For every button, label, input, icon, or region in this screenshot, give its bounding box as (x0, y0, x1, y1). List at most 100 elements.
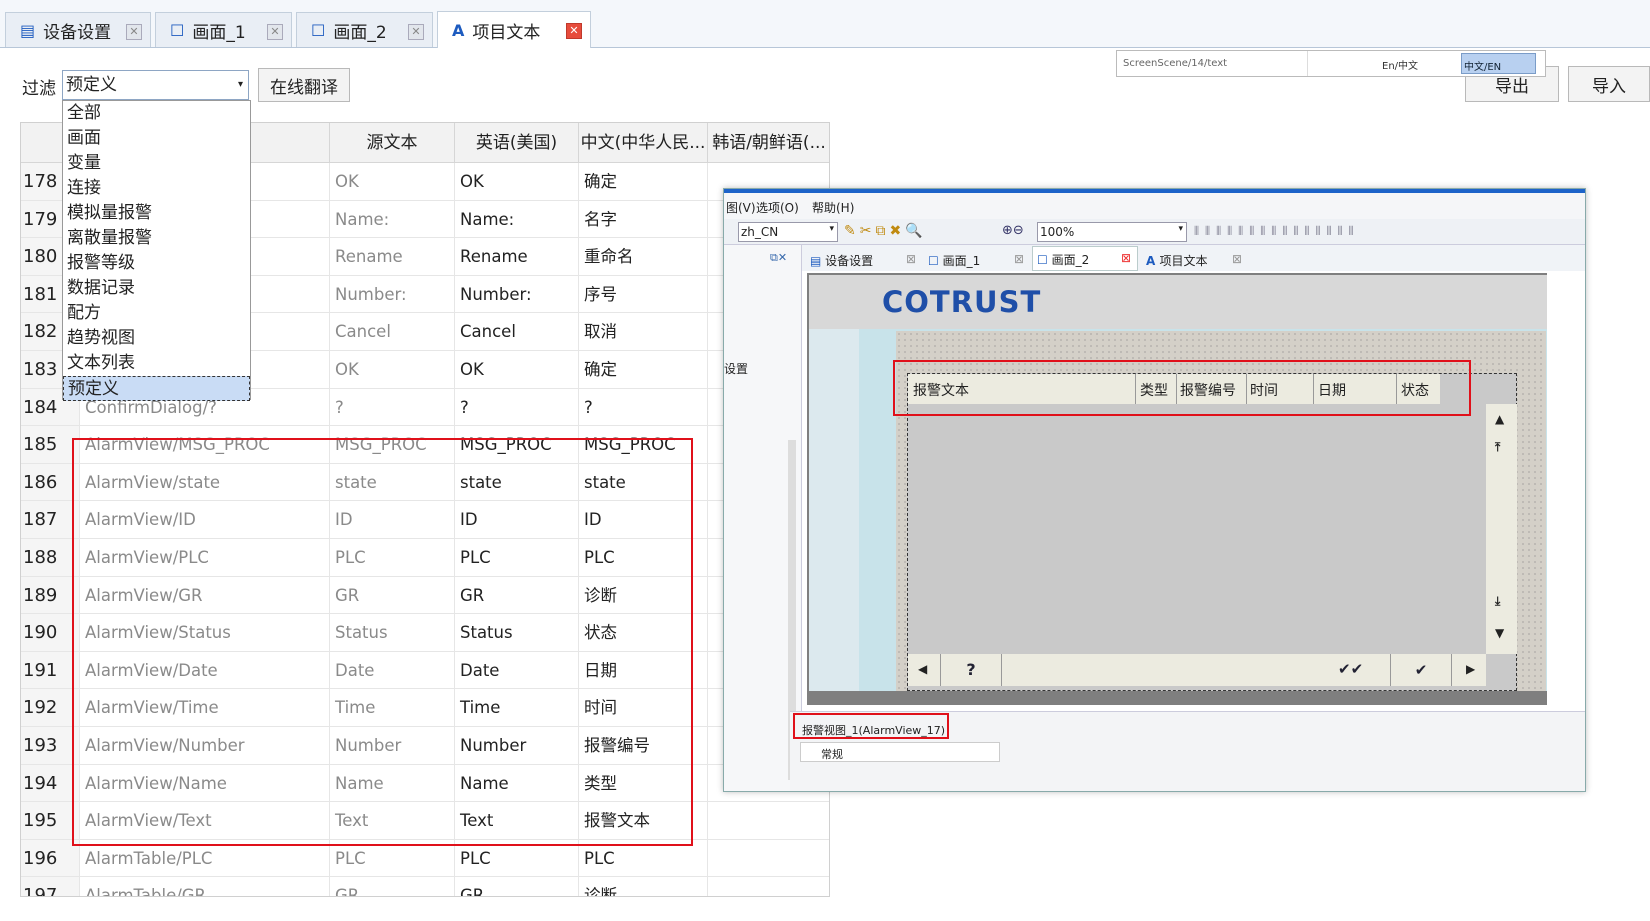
highlight-box (793, 713, 949, 739)
cell-src[interactable]: Cancel (330, 313, 455, 350)
cell-en[interactable]: OK (455, 163, 579, 200)
cell-zh[interactable]: ? (579, 388, 708, 426)
zoom-value: 100% (1040, 225, 1075, 239)
cell-ko[interactable] (708, 877, 829, 896)
cell-en[interactable]: ? (455, 388, 579, 426)
close-icon[interactable]: ✕ (408, 24, 424, 40)
cell-src[interactable]: Rename (330, 238, 455, 275)
close-icon[interactable]: ⊠ (1121, 251, 1131, 265)
close-icon[interactable]: ✕ (126, 24, 142, 40)
acknowledge-icon[interactable]: ✔ (1390, 654, 1452, 686)
cell-en[interactable]: GR (455, 877, 579, 896)
cell-zh[interactable]: 诊断 (579, 877, 708, 896)
divider (1307, 51, 1308, 76)
menu-options[interactable]: 选项(O) (756, 199, 799, 216)
acknowledge-all-icon[interactable]: ✔✔ (1338, 660, 1363, 678)
cell-en[interactable]: Rename (455, 238, 579, 275)
tab-screen-2[interactable]: ☐ 画面_2 ⊠ (1032, 246, 1138, 271)
tab-screen-1[interactable]: ☐ 画面_1 ⊠ (924, 248, 1030, 271)
cell-ko[interactable] (708, 840, 829, 877)
align-tools-icon[interactable]: ⫴⫴⫴⫴⫴⫴⫴⫴⫴⫴⫴⫴⫴⫴⫴ (1194, 224, 1360, 239)
filter-dropdown[interactable]: 全部 画面 变量 连接 模拟量报警 离散量报警 报警等级 数据记录 配方 趋势视… (62, 100, 251, 401)
edit-tools-icon[interactable]: ✎✂⧉✖🔍 (844, 223, 927, 239)
dropdown-option-selected[interactable]: 预定义 (63, 376, 250, 401)
tab-device-settings[interactable]: ▤ 设备设置 ⊠ (806, 248, 922, 271)
alarm-view-widget[interactable]: 报警文本 类型 报警编号 时间 日期 状态 ▲ ⤒ ⤓ ▼ ◀ ? ✔✔ ✔ ▶ (907, 373, 1517, 691)
cell-src[interactable]: ? (330, 388, 455, 426)
cell-src[interactable]: Name: (330, 200, 455, 238)
cell-zh[interactable]: 确定 (579, 351, 708, 388)
tab-device-settings[interactable]: ▤ 设备设置 ✕ (5, 12, 151, 47)
cell-zh[interactable]: 重命名 (579, 238, 708, 275)
cell-src[interactable]: OK (330, 351, 455, 388)
tab-label: 设备设置 (43, 22, 112, 43)
dropdown-option[interactable]: 连接 (63, 176, 250, 201)
column-header[interactable]: 中文(中华人民... (579, 123, 708, 163)
dropdown-option[interactable]: 文本列表 (63, 351, 250, 376)
cell-en[interactable]: OK (455, 351, 579, 388)
column-header[interactable]: 源文本 (330, 123, 455, 163)
scroll-down-icon[interactable]: ▼ (1495, 626, 1504, 640)
scroll-bottom-icon[interactable]: ⤓ (1495, 594, 1500, 609)
cell-zh[interactable]: 序号 (579, 275, 708, 313)
cell-en[interactable]: Cancel (455, 313, 579, 350)
import-button[interactable]: 导入 (1568, 66, 1650, 102)
tab-label: 画面_2 (333, 22, 387, 43)
close-icon[interactable]: ✕ (566, 23, 582, 39)
dropdown-option[interactable]: 画面 (63, 126, 250, 151)
cell-key[interactable]: AlarmTable/GR (80, 877, 330, 896)
dropdown-option[interactable]: 趋势视图 (63, 326, 250, 351)
close-icon[interactable]: ⊠ (1232, 252, 1242, 266)
online-translate-button[interactable]: 在线翻译 (258, 68, 350, 102)
properties-panel: 报警视图_1(AlarmView_17) 常规 (790, 711, 1585, 791)
cell-src[interactable]: OK (330, 163, 455, 200)
tab-project-text[interactable]: A 项目文本 ✕ (437, 11, 591, 48)
cell-src[interactable]: GR (330, 877, 455, 896)
filter-select[interactable]: 预定义 ▾ (62, 70, 249, 100)
pin-close-icon[interactable]: ⧉✕ (770, 251, 787, 265)
menu-view[interactable]: 图(V) (726, 199, 756, 216)
zoom-icon[interactable]: ⊕⊖ (1002, 223, 1024, 238)
close-icon[interactable]: ⊠ (1014, 252, 1024, 266)
zoom-select[interactable]: 100% ▾ (1037, 222, 1187, 242)
close-icon[interactable]: ⊠ (906, 252, 916, 266)
help-button[interactable]: ? (940, 654, 1002, 686)
tab-screen-2[interactable]: ☐ 画面_2 ✕ (296, 12, 433, 47)
dropdown-option[interactable]: 配方 (63, 301, 250, 326)
dropdown-option[interactable]: 全部 (63, 101, 250, 126)
cell-en[interactable]: Name: (455, 200, 579, 238)
chevron-down-icon: ▾ (237, 79, 243, 90)
cell-zh[interactable]: 取消 (579, 313, 708, 350)
dropdown-option[interactable]: 变量 (63, 151, 250, 176)
close-icon[interactable]: ✕ (267, 24, 283, 40)
table-row[interactable]: 197 AlarmTable/GR GR GR 诊断 (21, 877, 829, 896)
tab-bar: ▤ 设备设置 ✕ ☐ 画面_1 ✕ ☐ 画面_2 ✕ A 项目文本 ✕ (0, 0, 1650, 48)
cell-zh[interactable]: 名字 (579, 200, 708, 238)
menu-bar: 图(V) 选项(O) 帮助(H) (724, 193, 1585, 219)
scroll-top-icon[interactable]: ⤒ (1495, 440, 1500, 455)
lang-option-en-zh[interactable]: En/中文 (1382, 57, 1418, 72)
alarm-scrollbar[interactable]: ▲ ⤒ ⤓ ▼ (1486, 404, 1517, 654)
tab-project-text[interactable]: A 项目文本 ⊠ (1142, 248, 1248, 271)
dropdown-option[interactable]: 模拟量报警 (63, 201, 250, 226)
prev-icon[interactable]: ◀ (918, 662, 927, 676)
screen-icon: ☐ (170, 20, 185, 40)
lang-option-zh-en[interactable]: 中文/EN (1461, 53, 1536, 74)
column-header[interactable]: 英语(美国) (455, 123, 579, 163)
dropdown-option[interactable]: 数据记录 (63, 276, 250, 301)
tab-screen-1[interactable]: ☐ 画面_1 ✕ (155, 12, 292, 47)
general-tab[interactable]: 常规 (800, 742, 1000, 762)
column-header[interactable]: 韩语/朝鲜语(... (708, 123, 829, 163)
cell-ko[interactable] (708, 802, 829, 839)
cell-src[interactable]: Number: (330, 275, 455, 313)
scroll-up-icon[interactable]: ▲ (1495, 412, 1504, 426)
next-icon[interactable]: ▶ (1466, 662, 1475, 676)
tab-label: 项目文本 (1159, 254, 1208, 268)
cell-zh[interactable]: 确定 (579, 163, 708, 200)
cell-en[interactable]: Number: (455, 275, 579, 313)
device-settings-icon: ▤ (810, 254, 826, 268)
dropdown-option[interactable]: 离散量报警 (63, 226, 250, 251)
menu-help[interactable]: 帮助(H) (812, 199, 854, 216)
language-select[interactable]: zh_CN ▾ (738, 222, 838, 242)
dropdown-option[interactable]: 报警等级 (63, 251, 250, 276)
